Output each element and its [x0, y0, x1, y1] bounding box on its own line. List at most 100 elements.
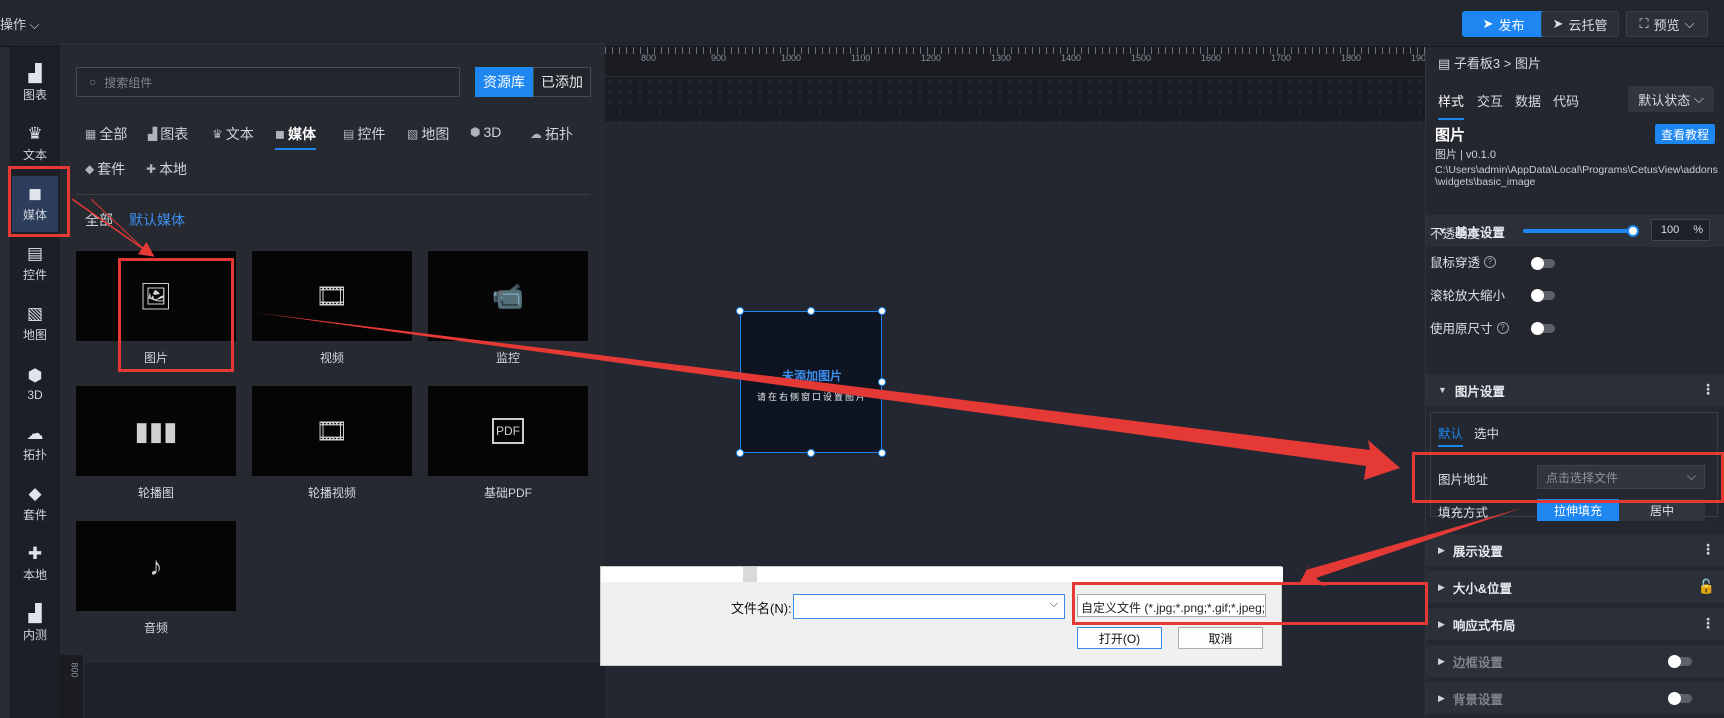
more-icon[interactable]: ⋮	[1701, 541, 1715, 558]
lock-icon[interactable]: 🔓	[1698, 578, 1715, 595]
slider-knob[interactable]	[1627, 225, 1639, 237]
resize-handle[interactable]	[878, 378, 886, 386]
rail-item-label: 3D	[27, 387, 43, 402]
card-thumbnail: 🎞	[252, 251, 412, 341]
category-tab-5[interactable]: ▧ 地图	[407, 124, 449, 144]
preview-button[interactable]: ⛶ 预览 ⌵	[1626, 11, 1708, 37]
more-icon[interactable]: ⋮	[1701, 615, 1715, 632]
caret-down-icon: ▼	[1438, 385, 1447, 395]
media-card[interactable]: 🎞 轮播视频	[252, 386, 412, 506]
resize-handle[interactable]	[878, 449, 886, 457]
send-icon: ➤	[1482, 16, 1494, 31]
tutorial-button[interactable]: 查看教程	[1655, 124, 1715, 144]
tab-style[interactable]: 样式	[1438, 91, 1465, 120]
filename-input[interactable]: ⌵	[793, 594, 1065, 619]
category-tab-7[interactable]: ☁ 拓扑	[530, 124, 573, 144]
category-tab-0[interactable]: ▦ 全部	[85, 124, 127, 144]
operate-menu[interactable]: 操作 ⌵	[0, 14, 40, 33]
rail-item-9[interactable]: ▟ 内测	[12, 596, 58, 652]
rail-item-1[interactable]: ♛ 文本	[12, 116, 58, 172]
section-size-position[interactable]: ▶ 大小&位置 🔓	[1426, 571, 1724, 603]
carousel-video-icon: 🎞	[315, 415, 349, 446]
caret-right-icon: ▶	[1438, 655, 1445, 666]
fill-mode-label: 填充方式	[1438, 502, 1488, 521]
subtab-selected[interactable]: 选中	[1474, 423, 1499, 442]
help-icon[interactable]: ?	[1484, 255, 1497, 268]
ruler-tick-label: 1700	[1271, 53, 1292, 63]
added-button[interactable]: 已添加	[533, 67, 591, 97]
music-icon: ♪	[149, 550, 163, 581]
board-icon: ▤	[1438, 56, 1454, 71]
section-title: 背景设置	[1452, 692, 1503, 707]
category-tab-8[interactable]: ◆ 套件	[85, 159, 125, 179]
image-widget[interactable]: 未添加图片 请在右侧窗口设置图片	[736, 307, 886, 457]
breadcrumb: ▤ 子看板3 > 图片	[1438, 53, 1541, 72]
rail-item-8[interactable]: ✚ 本地	[12, 536, 58, 592]
ruler-tick-label: 1100	[851, 53, 871, 63]
mouse-through-toggle[interactable]	[1531, 257, 1555, 270]
help-icon[interactable]: ?	[1496, 321, 1509, 334]
tab-interaction[interactable]: 交互	[1477, 91, 1503, 110]
resource-library-button[interactable]: 资源库	[475, 67, 533, 97]
category-tab-6[interactable]: ⬢ 3D	[470, 124, 501, 140]
resize-handle[interactable]	[878, 307, 886, 315]
cancel-button[interactable]: 取消	[1178, 627, 1263, 649]
category-tab-4[interactable]: ▤ 控件	[343, 124, 385, 144]
resize-handle[interactable]	[807, 307, 815, 315]
left-rail: ▟ 图表 ♛ 文本 ◼ 媒体 ▤ 控件 ▧ 地图 ⬢ 3D ☁ 拓扑 ◆ 套件 ✚ 本地 ▟ 内测	[0, 47, 60, 718]
media-card[interactable]: ♪ 音频	[76, 521, 236, 641]
card-label: 轮播视频	[307, 486, 356, 500]
state-select[interactable]: 默认状态 ⌵	[1628, 86, 1714, 112]
media-card[interactable]: PDF 基础PDF	[428, 386, 588, 506]
rail-item-4[interactable]: ▧ 地图	[12, 296, 58, 352]
media-card[interactable]: 🎞 视频	[252, 251, 412, 371]
pdf-icon: PDF	[492, 418, 524, 444]
background-toggle[interactable]	[1668, 692, 1692, 705]
original-size-toggle[interactable]	[1531, 322, 1555, 335]
chevron-down-icon[interactable]: ⌵	[1050, 598, 1058, 611]
resize-handle[interactable]	[807, 449, 815, 457]
rail-item-5[interactable]: ⬢ 3D	[12, 356, 58, 412]
chevron-down-icon: ⌵	[1684, 16, 1695, 31]
open-button[interactable]: 打开(O)	[1077, 627, 1162, 649]
rail-item-0[interactable]: ▟ 图表	[12, 56, 58, 112]
card-thumbnail: 🎞	[252, 386, 412, 476]
rail-edge	[0, 47, 10, 718]
cloud-host-button[interactable]: ➤ 云托管	[1541, 11, 1619, 37]
state-select-value: 默认状态	[1638, 92, 1691, 108]
resize-handle[interactable]	[736, 449, 744, 457]
category-tab-2[interactable]: ♛ 文本	[212, 124, 254, 144]
media-card[interactable]: 📹 监控	[428, 251, 588, 371]
rail-item-label: 图表	[22, 88, 47, 102]
opacity-input[interactable]: 100%	[1651, 219, 1710, 241]
border-toggle[interactable]	[1668, 655, 1692, 668]
property-panel: ▤ 子看板3 > 图片 样式 交互 数据 代码 默认状态 ⌵ 图片 查看教程 图…	[1425, 47, 1724, 718]
tab-code[interactable]: 代码	[1553, 91, 1579, 110]
more-icon[interactable]: ⋮	[1701, 381, 1715, 398]
rail-item-3[interactable]: ▤ 控件	[12, 236, 58, 292]
rail-item-6[interactable]: ☁ 拓扑	[12, 416, 58, 472]
subtab-default[interactable]: 默认	[1438, 423, 1464, 447]
grid-icon: ▦	[85, 127, 97, 141]
tab-data[interactable]: 数据	[1515, 91, 1541, 110]
category-tab-1[interactable]: ▟ 图表	[148, 124, 188, 144]
rail-item-label: 内测	[22, 628, 47, 642]
opacity-slider[interactable]	[1523, 225, 1639, 237]
section-display-settings[interactable]: ▶ 展示设置 ⋮	[1426, 534, 1724, 566]
rail-item-7[interactable]: ◆ 套件	[12, 476, 58, 532]
section-image-settings[interactable]: ▼ 图片设置 ⋮	[1426, 374, 1724, 406]
section-border-settings[interactable]: ▶ 边框设置	[1426, 645, 1724, 677]
resize-handle[interactable]	[736, 307, 744, 315]
section-background-settings[interactable]: ▶ 背景设置	[1426, 682, 1724, 714]
subtab-default-media[interactable]: 默认媒体	[129, 210, 185, 230]
caret-right-icon: ▶	[1438, 544, 1445, 555]
category-tab-3[interactable]: ◼ 媒体	[275, 124, 316, 150]
subtab-all[interactable]: 全部	[85, 210, 113, 230]
publish-button[interactable]: ➤ 发布	[1462, 11, 1545, 37]
section-responsive-layout[interactable]: ▶ 响应式布局 ⋮	[1426, 608, 1724, 640]
media-card[interactable]: ▮▮▮ 轮播图	[76, 386, 236, 506]
wheel-zoom-toggle[interactable]	[1531, 289, 1555, 302]
search-input[interactable]: ○ 搜索组件	[76, 67, 460, 97]
category-tab-9[interactable]: ✚ 本地	[146, 159, 187, 179]
shirt-icon: ◆	[28, 484, 42, 503]
